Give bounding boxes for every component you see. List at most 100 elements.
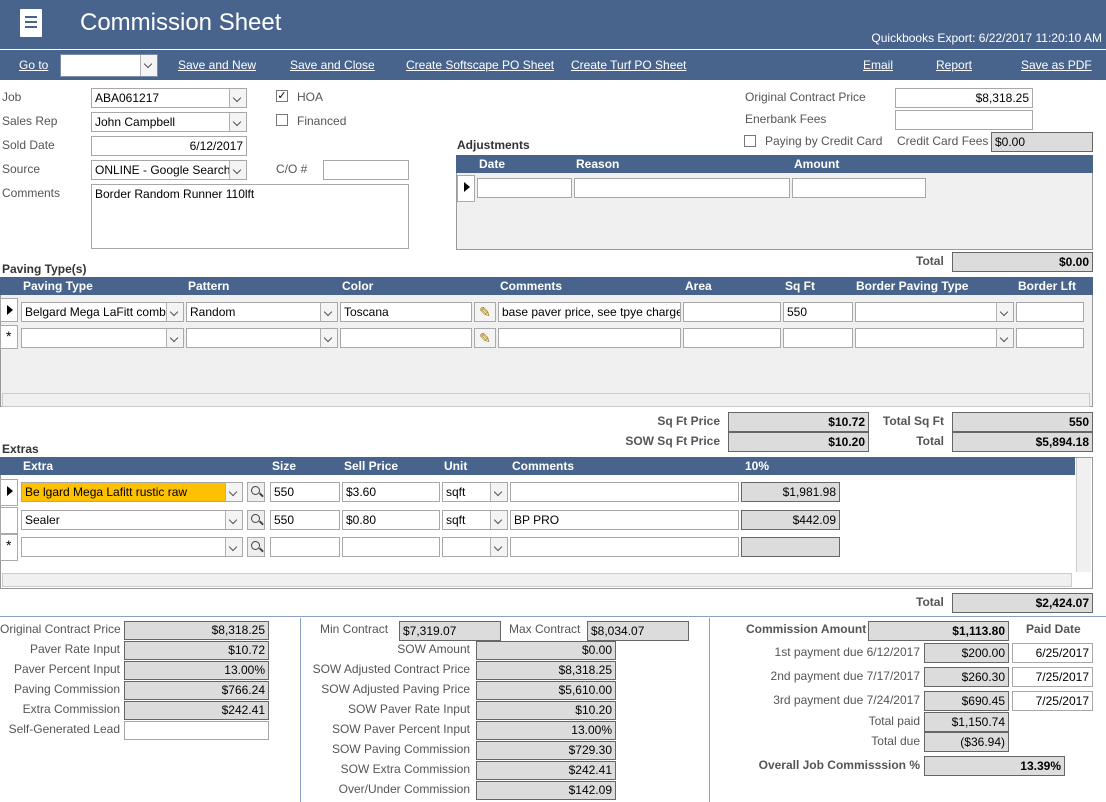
row-selector[interactable]: [0, 298, 18, 322]
save-and-new-button[interactable]: Save and New: [178, 58, 256, 72]
paving-comments-field[interactable]: base paver price, see tpye charge: [498, 302, 681, 322]
adj-amount-field[interactable]: [792, 178, 926, 198]
current-row-icon: [464, 182, 470, 192]
summary-value: $10.72: [124, 641, 269, 660]
new-border-lft-field[interactable]: [1016, 328, 1084, 348]
sqft-field[interactable]: 550: [783, 302, 853, 322]
new-unit-field[interactable]: [442, 537, 508, 557]
sales-rep-field[interactable]: John Campbell: [91, 112, 247, 132]
chevron-down-icon[interactable]: [490, 483, 507, 501]
area-field[interactable]: [683, 302, 781, 322]
chevron-down-icon[interactable]: [996, 329, 1013, 347]
chevron-down-icon[interactable]: [490, 538, 507, 556]
new-size-field[interactable]: [270, 537, 340, 557]
search-icon[interactable]: [247, 510, 265, 530]
unit-field[interactable]: sqft: [442, 482, 508, 502]
chevron-down-icon[interactable]: [229, 113, 246, 131]
save-and-close-button[interactable]: Save and Close: [290, 58, 375, 72]
comments-label: Comments: [2, 186, 61, 200]
search-icon[interactable]: [247, 537, 265, 557]
sell-price-field[interactable]: $0.80: [342, 510, 440, 530]
paving-horizontal-scrollbar[interactable]: [2, 393, 1090, 407]
create-turf-po-button[interactable]: Create Turf PO Sheet: [571, 58, 686, 72]
co-field[interactable]: [323, 160, 409, 180]
sell-price-field[interactable]: $3.60: [342, 482, 440, 502]
create-softscape-po-button[interactable]: Create Softscape PO Sheet: [406, 58, 554, 72]
original-contract-field[interactable]: $8,318.25: [895, 88, 1033, 108]
new-color-field[interactable]: [340, 328, 472, 348]
unit-field[interactable]: sqft: [442, 510, 508, 530]
paving-total-label: Total: [916, 434, 944, 448]
financed-checkbox[interactable]: [276, 114, 288, 126]
row-selector[interactable]: [0, 479, 18, 506]
sold-date-field[interactable]: 6/12/2017: [91, 136, 247, 156]
paid-date-field[interactable]: 6/25/2017: [1012, 643, 1093, 663]
extras-horizontal-scrollbar[interactable]: [2, 573, 1072, 587]
new-sell-price-field[interactable]: [342, 537, 440, 557]
chevron-down-icon[interactable]: [140, 55, 157, 76]
adj-reason-field[interactable]: [574, 178, 790, 198]
chevron-down-icon[interactable]: [166, 329, 183, 347]
search-icon[interactable]: [247, 482, 265, 502]
color-field[interactable]: Toscana: [340, 302, 472, 322]
credit-card-checkbox[interactable]: [744, 135, 756, 147]
paving-type-field[interactable]: Belgard Mega LaFitt comb: [21, 302, 184, 322]
source-label: Source: [2, 162, 41, 176]
extra-field[interactable]: Be lgard Mega Lafitt rustic raw: [21, 482, 243, 502]
source-field[interactable]: ONLINE - Google Search: [91, 160, 247, 180]
adj-date-field[interactable]: [477, 178, 572, 198]
chevron-down-icon[interactable]: [225, 483, 242, 501]
new-row-selector[interactable]: *: [0, 534, 18, 561]
new-area-field[interactable]: [683, 328, 781, 348]
pattern-value: Random: [190, 305, 236, 319]
size-field[interactable]: 550: [270, 482, 340, 502]
save-as-pdf-button[interactable]: Save as PDF: [1021, 58, 1092, 72]
page-title: Commission Sheet: [80, 9, 282, 36]
chevron-down-icon[interactable]: [490, 511, 507, 529]
extra-comments-field[interactable]: BP PRO: [510, 510, 739, 530]
job-field[interactable]: ABA061217: [91, 88, 247, 108]
chevron-down-icon[interactable]: [320, 303, 337, 321]
border-lft-field[interactable]: [1016, 302, 1084, 322]
chevron-down-icon[interactable]: [225, 511, 242, 529]
size-field[interactable]: 550: [270, 510, 340, 530]
col-border-lft: Border Lft: [1018, 279, 1076, 293]
new-extra-field[interactable]: [21, 537, 243, 557]
chevron-down-icon[interactable]: [996, 303, 1013, 321]
extra-comments-field[interactable]: [510, 482, 739, 502]
chevron-down-icon[interactable]: [229, 161, 246, 179]
email-button[interactable]: Email: [863, 58, 893, 72]
pattern-field[interactable]: Random: [186, 302, 338, 322]
new-row-selector[interactable]: *: [0, 325, 18, 349]
new-paving-type-field[interactable]: [21, 328, 184, 348]
extras-total-value: $2,424.07: [952, 593, 1093, 613]
border-paving-field[interactable]: [855, 302, 1014, 322]
new-extra-comments-field[interactable]: [510, 537, 739, 557]
enerbank-fees-field[interactable]: [895, 110, 1033, 130]
self-generated-lead-field[interactable]: [124, 721, 269, 740]
new-pattern-field[interactable]: [186, 328, 338, 348]
comments-field[interactable]: Border Random Runner 110lft: [91, 184, 409, 249]
col-amount: Amount: [794, 157, 840, 171]
row-selector[interactable]: [0, 507, 18, 534]
chevron-down-icon[interactable]: [225, 538, 242, 556]
new-border-paving-field[interactable]: [855, 328, 1014, 348]
goto-label: Go to: [19, 58, 49, 72]
chevron-down-icon[interactable]: [229, 89, 246, 107]
paid-date-field[interactable]: 7/25/2017: [1012, 691, 1093, 711]
extra-field[interactable]: Sealer: [21, 510, 243, 530]
col-pattern: Pattern: [188, 279, 230, 293]
chevron-down-icon[interactable]: [166, 303, 183, 321]
new-comments-field[interactable]: [498, 328, 681, 348]
extras-vertical-scrollbar[interactable]: [1076, 458, 1091, 572]
row-selector[interactable]: [457, 175, 475, 202]
new-sqft-field[interactable]: [783, 328, 853, 348]
pencil-icon[interactable]: ✎: [474, 328, 496, 348]
hoa-checkbox[interactable]: ✓: [276, 90, 288, 102]
source-value: ONLINE - Google Search: [95, 163, 231, 177]
pencil-icon[interactable]: ✎: [474, 302, 496, 322]
report-button[interactable]: Report: [936, 58, 972, 72]
paid-date-field[interactable]: 7/25/2017: [1012, 667, 1093, 687]
goto-select[interactable]: [60, 54, 158, 77]
chevron-down-icon[interactable]: [320, 329, 337, 347]
